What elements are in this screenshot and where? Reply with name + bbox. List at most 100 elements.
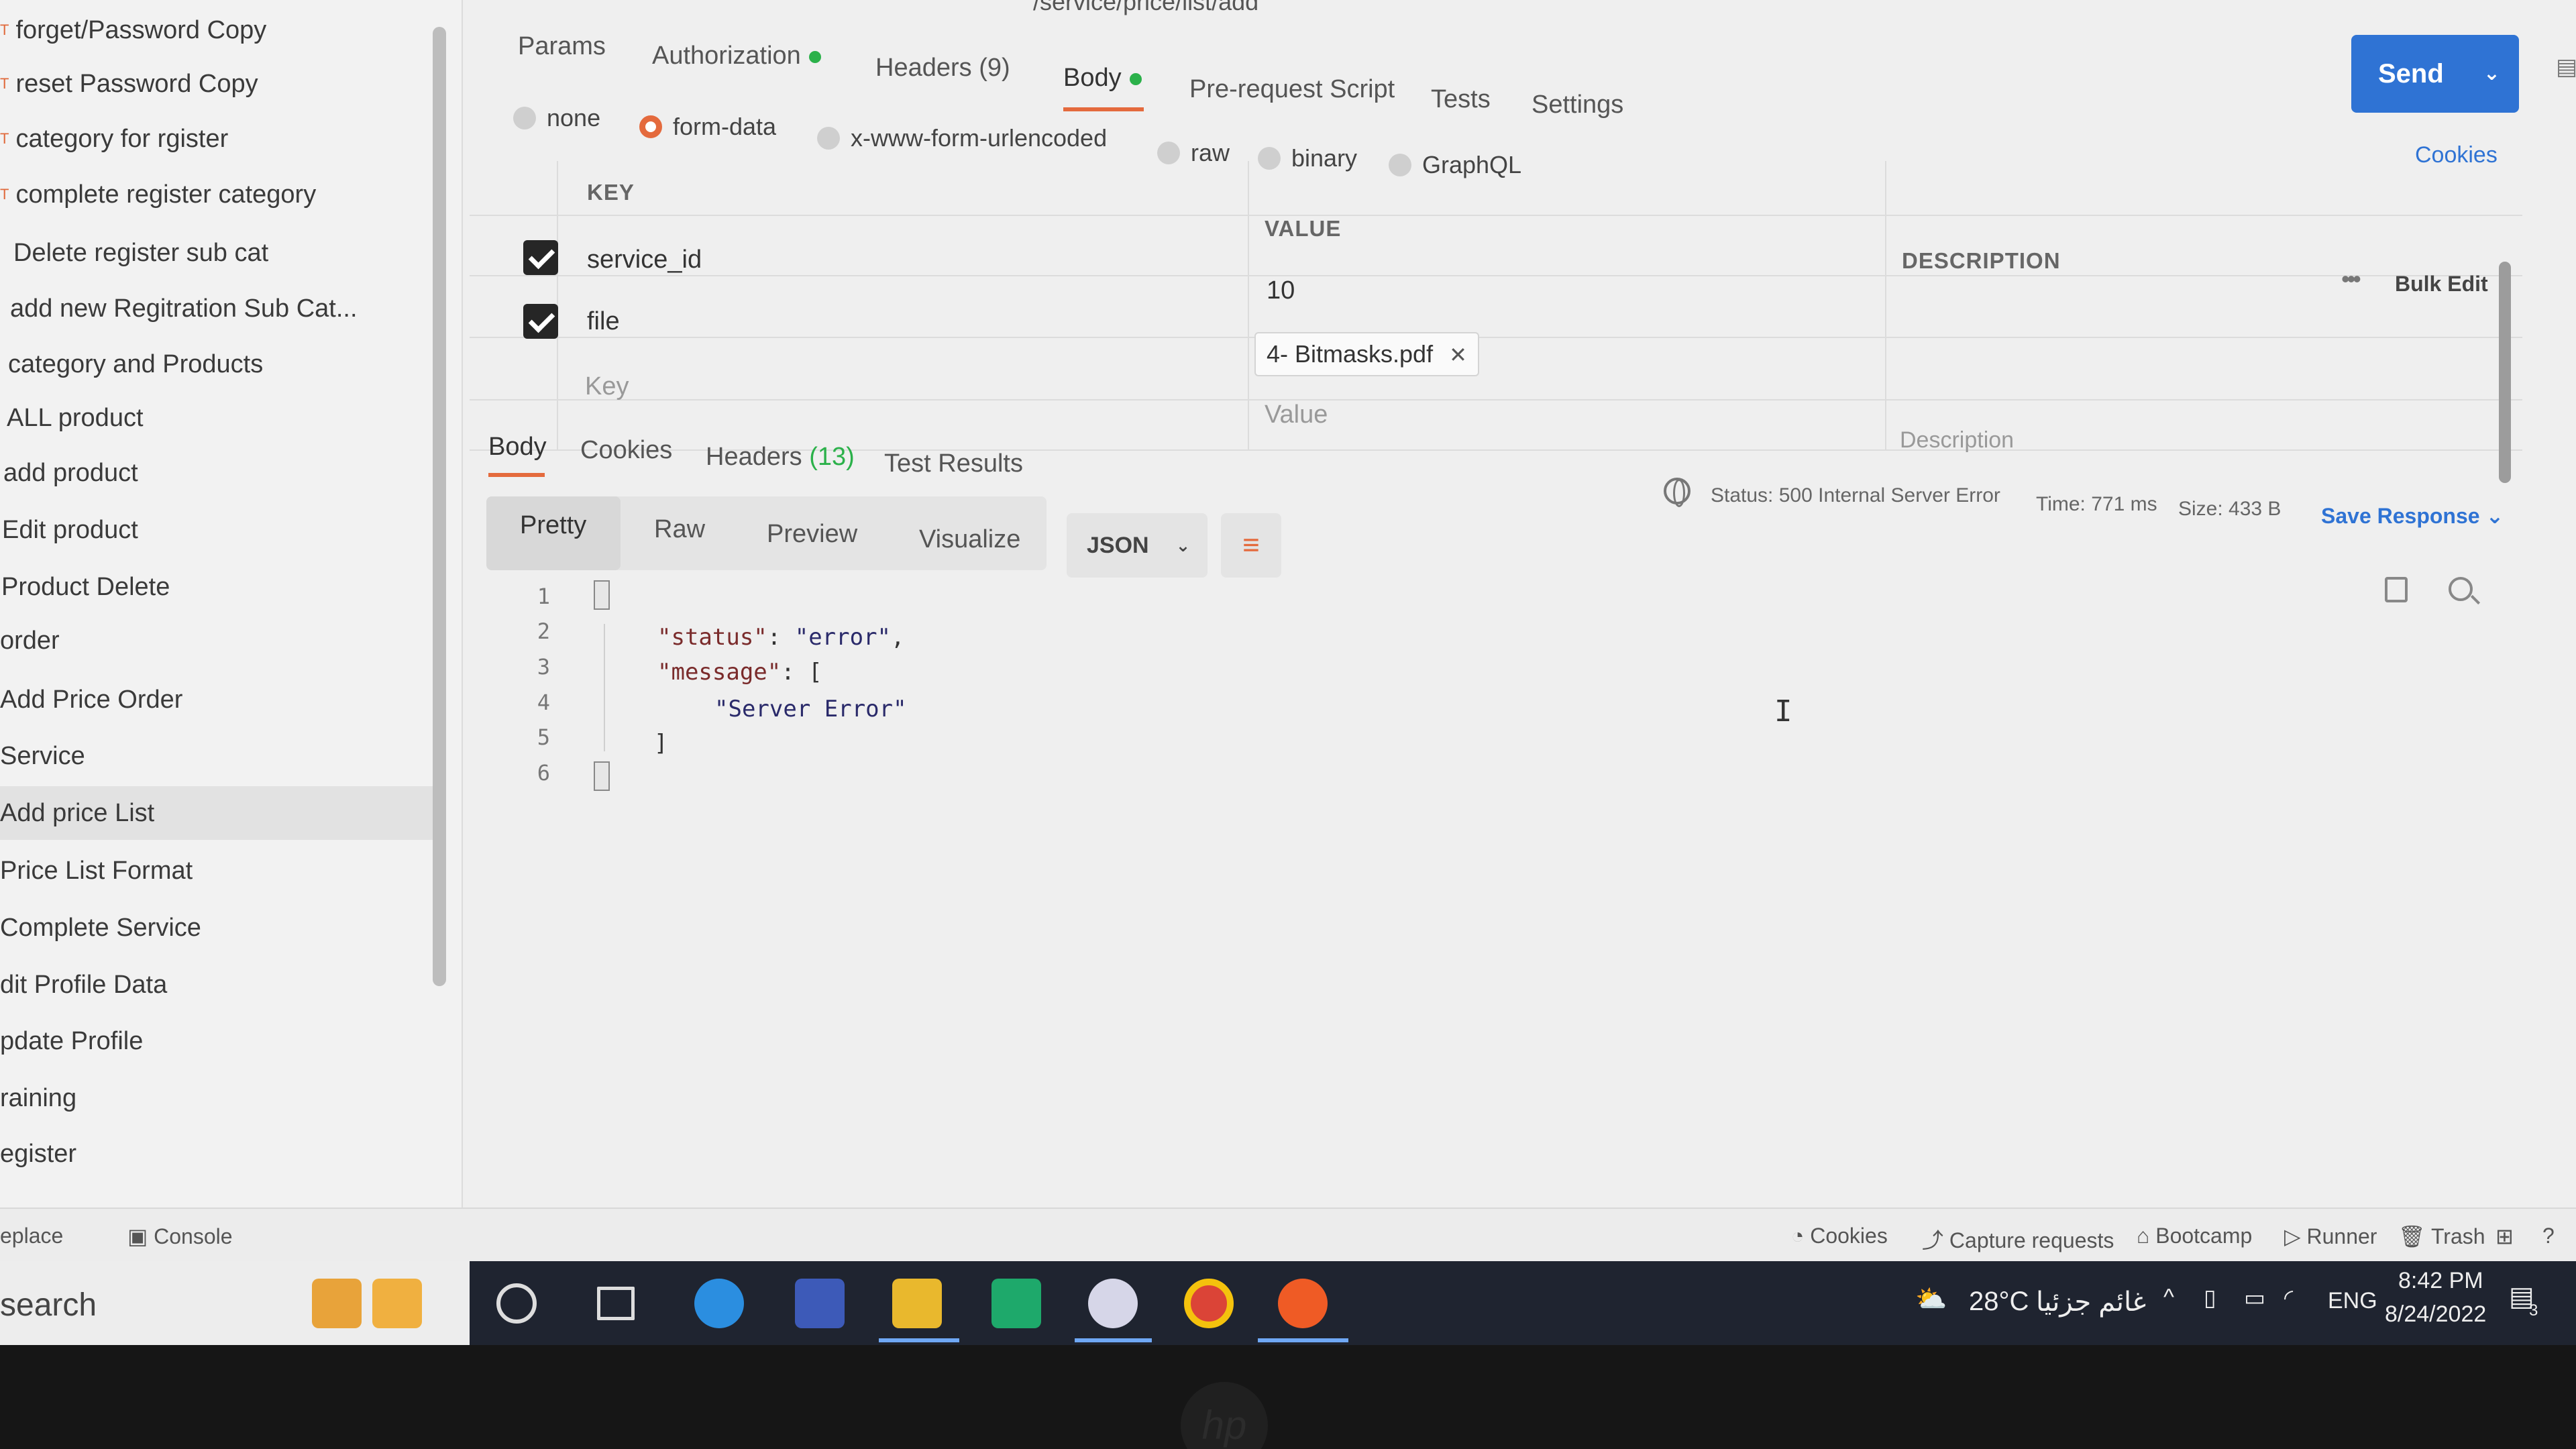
- request-url[interactable]: /service/price/list/add: [1033, 0, 1258, 16]
- trash-button[interactable]: 🗑 Trash: [2398, 1224, 2485, 1249]
- view-raw-button[interactable]: Raw: [654, 515, 705, 544]
- sidebar-item[interactable]: ALL product: [7, 391, 449, 445]
- key-placeholder[interactable]: Key: [585, 372, 629, 401]
- sidebar-item[interactable]: Edit product: [2, 503, 445, 557]
- more-options-icon[interactable]: •••: [2341, 265, 2361, 293]
- copy-icon[interactable]: [2385, 577, 2408, 602]
- response-tab-body[interactable]: Body: [488, 433, 547, 462]
- radio-form-data[interactable]: form-data: [639, 113, 776, 141]
- sidebar-scrollbar[interactable]: [433, 27, 446, 986]
- view-visualize-button[interactable]: Visualize: [919, 525, 1020, 554]
- param-key[interactable]: file: [587, 307, 620, 336]
- help-icon[interactable]: ?: [2542, 1224, 2555, 1248]
- format-select[interactable]: JSON ⌄: [1067, 513, 1208, 578]
- edge-icon[interactable]: [694, 1279, 744, 1328]
- sidebar-item[interactable]: order: [0, 614, 443, 667]
- clock-time[interactable]: 8:42 PM: [2398, 1268, 2483, 1294]
- weather-icon[interactable]: ⛅: [1915, 1285, 1947, 1314]
- sidebar-item[interactable]: Price List Format: [0, 844, 443, 898]
- sidebar-item-active[interactable]: Add price List: [0, 786, 443, 840]
- radio-none[interactable]: none: [513, 104, 600, 132]
- description-placeholder[interactable]: Description: [1900, 427, 2014, 453]
- tab-params[interactable]: Params: [518, 32, 606, 61]
- chevron-down-icon[interactable]: ⌄: [2483, 62, 2500, 85]
- bulk-edit-button[interactable]: Bulk Edit: [2395, 272, 2488, 297]
- sidebar-item[interactable]: Tcategory for rgister: [0, 112, 443, 166]
- tab-pre-request-script[interactable]: Pre-request Script: [1189, 75, 1395, 104]
- cookies-status-button[interactable]: ◔ Cookies: [1791, 1224, 1888, 1248]
- code-line[interactable]: "message": [: [657, 659, 822, 686]
- task-view-icon[interactable]: [597, 1287, 635, 1320]
- sidebar-item[interactable]: add product: [3, 446, 446, 500]
- tab-settings[interactable]: Settings: [1532, 91, 1623, 119]
- side-panel-icon[interactable]: ▤: [2556, 54, 2576, 80]
- tab-tests[interactable]: Tests: [1431, 85, 1491, 114]
- weather-temp[interactable]: 28°C: [1969, 1287, 2029, 1317]
- search-highlight-icon[interactable]: [372, 1279, 422, 1328]
- sidebar-item-label: complete register category: [15, 180, 317, 209]
- postman-icon[interactable]: [1278, 1279, 1328, 1328]
- sidebar-item[interactable]: Service: [0, 729, 443, 783]
- param-value[interactable]: 10: [1267, 276, 1295, 305]
- store-icon[interactable]: [795, 1279, 845, 1328]
- sidebar-item[interactable]: Delete register sub cat: [13, 226, 456, 280]
- sidebar-item[interactable]: Complete Service: [0, 901, 443, 955]
- fold-marker-icon[interactable]: [594, 580, 610, 610]
- clion-icon[interactable]: [991, 1279, 1041, 1328]
- sidebar-item[interactable]: dit Profile Data: [0, 958, 443, 1012]
- sidebar-item[interactable]: egister: [0, 1127, 443, 1181]
- battery-icon[interactable]: ▭: [2244, 1285, 2265, 1311]
- sidebar-item[interactable]: raining: [0, 1071, 443, 1125]
- capture-requests-button[interactable]: ⤴ Capture requests: [1922, 1224, 2114, 1254]
- find-replace-button[interactable]: eplace: [0, 1224, 63, 1248]
- globe-icon[interactable]: [1664, 478, 1690, 507]
- sidebar-item[interactable]: Product Delete: [1, 560, 444, 614]
- search-icon[interactable]: [2449, 577, 2473, 601]
- radio-urlencoded[interactable]: x-www-form-urlencoded: [817, 124, 1107, 152]
- chevron-up-icon[interactable]: ^: [2163, 1285, 2174, 1311]
- tab-authorization[interactable]: Authorization: [652, 42, 821, 70]
- sidebar-item[interactable]: Tcomplete register category: [0, 168, 443, 221]
- param-key[interactable]: service_id: [587, 246, 702, 274]
- chrome-icon[interactable]: [1184, 1279, 1234, 1328]
- row-enabled-checkbox[interactable]: [523, 240, 558, 275]
- sidebar-item[interactable]: category and Products: [8, 337, 451, 391]
- runner-button[interactable]: ▷ Runner: [2284, 1224, 2377, 1249]
- save-response-button[interactable]: Save Response ⌄: [2321, 503, 2504, 529]
- view-preview-button[interactable]: Preview: [767, 520, 857, 549]
- wrap-lines-icon[interactable]: ≡: [1221, 513, 1281, 578]
- response-tab-test-results[interactable]: Test Results: [884, 449, 1023, 478]
- clock-date[interactable]: 8/24/2022: [2385, 1301, 2486, 1328]
- sidebar-item[interactable]: pdate Profile: [0, 1014, 443, 1068]
- panel-scrollbar[interactable]: [2499, 262, 2511, 483]
- file-explorer-icon[interactable]: [892, 1279, 942, 1328]
- sidebar-item[interactable]: Treset Password Copy: [0, 57, 443, 111]
- vm-app-icon[interactable]: [1088, 1279, 1138, 1328]
- view-pretty-button[interactable]: Pretty: [520, 511, 586, 540]
- search-highlight-icon[interactable]: [312, 1279, 362, 1328]
- code-line[interactable]: ]: [654, 730, 667, 757]
- sidebar-item[interactable]: Tforget/Password Copy: [0, 3, 443, 57]
- device-icon[interactable]: ▯: [2204, 1285, 2216, 1311]
- response-tab-cookies[interactable]: Cookies: [580, 436, 672, 465]
- weather-description[interactable]: غائم جزئيا: [2036, 1287, 2146, 1318]
- tab-body[interactable]: Body: [1063, 64, 1142, 93]
- fold-marker-icon[interactable]: [594, 761, 610, 791]
- close-icon[interactable]: ✕: [1449, 343, 1467, 367]
- row-enabled-checkbox[interactable]: [523, 304, 558, 339]
- send-button[interactable]: Send ⌄: [2351, 35, 2519, 113]
- wifi-icon[interactable]: ◜: [2284, 1285, 2293, 1311]
- console-button[interactable]: ▣ Console: [127, 1224, 233, 1249]
- layout-icon[interactable]: ⊞: [2496, 1224, 2514, 1249]
- code-line[interactable]: "Server Error": [714, 696, 907, 722]
- code-line[interactable]: "status": "error",: [657, 624, 905, 651]
- sidebar-item[interactable]: Add Price Order: [0, 673, 443, 727]
- bootcamp-button[interactable]: ⌂ Bootcamp: [2137, 1224, 2252, 1248]
- cortana-icon[interactable]: [496, 1283, 537, 1324]
- tab-headers[interactable]: Headers (9): [875, 54, 1010, 83]
- response-tab-headers[interactable]: Headers (13): [706, 443, 855, 472]
- value-placeholder[interactable]: Value: [1265, 400, 1328, 429]
- language-indicator[interactable]: ENG: [2328, 1288, 2377, 1314]
- sidebar-item[interactable]: add new Regitration Sub Cat...: [10, 282, 453, 335]
- file-chip[interactable]: 4- Bitmasks.pdf ✕: [1254, 332, 1479, 376]
